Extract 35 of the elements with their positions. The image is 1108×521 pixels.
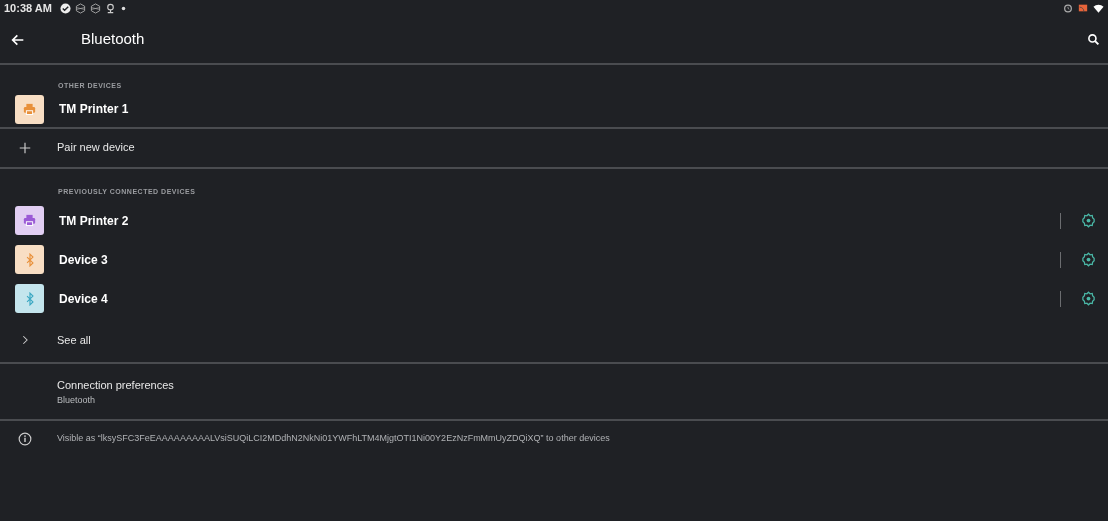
cast-icon: [1077, 3, 1089, 13]
settings-button[interactable]: [1081, 252, 1096, 267]
device-name: Device 3: [59, 251, 108, 269]
item-title: Connection preferences: [57, 378, 175, 393]
device-row[interactable]: TM Printer 1: [0, 91, 1108, 127]
page-title: Bluetooth: [81, 29, 145, 50]
wifi-icon: [1093, 2, 1104, 14]
plus-icon: [18, 140, 32, 155]
cube-icon: [89, 2, 101, 14]
connection-preferences-item[interactable]: Connection preferences Bluetooth: [57, 377, 1108, 407]
pair-new-device-link[interactable]: Pair new device: [57, 139, 135, 156]
dot-icon: [119, 4, 127, 12]
device-name: TM Printer 1: [59, 101, 129, 118]
settings-icon: [1081, 213, 1096, 228]
chevron-right-icon: [20, 335, 30, 345]
settings-button[interactable]: [1081, 213, 1096, 228]
settings-icon: [1081, 252, 1096, 267]
device-row[interactable]: TM Printer 2: [0, 201, 1108, 240]
device-name: Device 4: [59, 290, 108, 308]
cube-icon: [74, 2, 86, 14]
search-button[interactable]: [1087, 33, 1100, 46]
settings-button[interactable]: [1081, 291, 1096, 306]
alarm-icon: [1063, 3, 1073, 13]
device-name: TM Printer 2: [59, 212, 129, 230]
see-all-link[interactable]: See all: [57, 331, 91, 349]
check-circle-icon: [59, 2, 71, 14]
clock-time: 10:38 AM: [4, 0, 52, 16]
device-row[interactable]: Device 3: [0, 240, 1108, 279]
visibility-note: Visible as “lksySFC3FeEAAAAAAAAALVsiSUQiLCI2MDdhN2NkNi01YWFhLTM4MjgtOTI1Ni00Y2EzNzFmMmUyZDQiXQ” to other devices: [57, 432, 610, 446]
item-subtitle: Bluetooth: [57, 393, 97, 407]
device-row[interactable]: Device 4: [0, 279, 1108, 318]
settings-icon: [1081, 291, 1096, 306]
search-icon: [1087, 33, 1100, 46]
info-icon: [18, 432, 32, 446]
location-pin-icon: [104, 2, 116, 14]
